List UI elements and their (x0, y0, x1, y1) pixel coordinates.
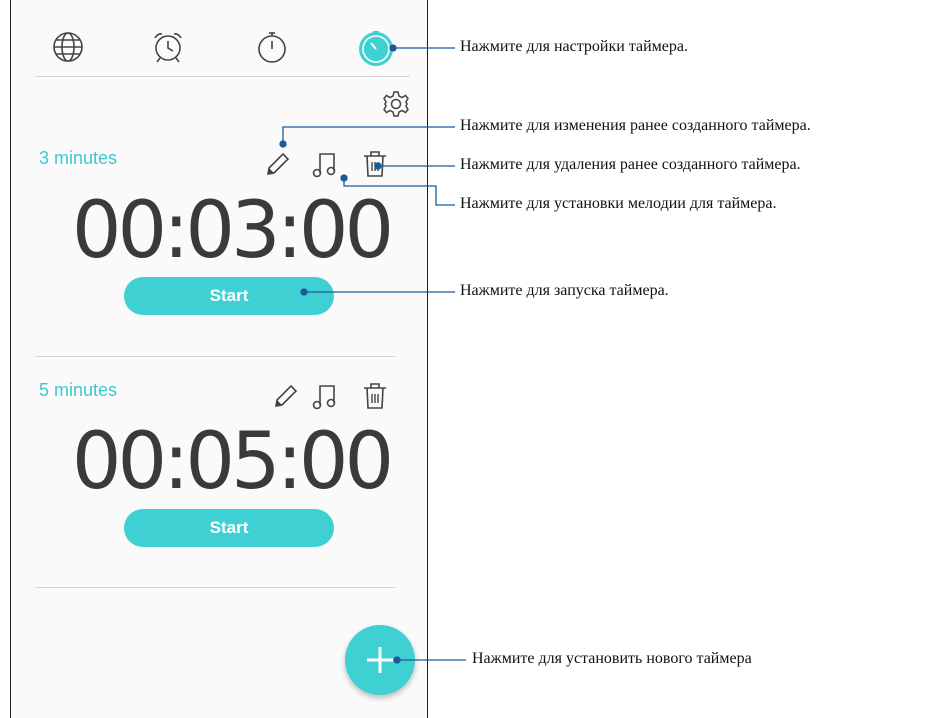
stopwatch-icon (258, 32, 286, 63)
timer-2-label: 5 minutes (39, 380, 118, 400)
callout-edit: Нажмите для изменения ранее созданного т… (460, 117, 811, 134)
timer-2-edit-button[interactable] (271, 380, 299, 412)
alarm-clock-icon (154, 33, 182, 63)
globe-icon (53, 32, 83, 62)
timer-1-time: 00:03:00 (71, 186, 394, 276)
tab-timer[interactable] (356, 28, 396, 68)
callout-delete: Нажмите для удаления ранее созданного та… (460, 156, 801, 173)
timer-1-ringtone-button[interactable] (311, 148, 339, 180)
timer-icon (359, 31, 393, 66)
trash-icon (364, 383, 386, 409)
timer-1-edit-button[interactable] (263, 148, 291, 180)
callout-add: Нажмите для установить нового таймера (472, 650, 752, 667)
timer-divider (35, 356, 396, 357)
timer-2-delete-button[interactable] (361, 380, 389, 412)
timer-1-start-button[interactable]: Start (124, 277, 334, 315)
timer-1-delete-button[interactable] (361, 148, 389, 180)
timer-1-label: 3 minutes (39, 148, 118, 168)
callout-ringtone: Нажмите для установки мелодии для таймер… (460, 195, 777, 212)
settings-button[interactable] (381, 89, 411, 119)
pencil-icon (267, 152, 290, 175)
gear-icon (383, 91, 409, 117)
plus-icon (367, 647, 393, 673)
callout-start: Нажмите для запуска таймера. (460, 282, 669, 299)
timer-2-time: 00:05:00 (71, 417, 394, 507)
trash-icon (364, 151, 386, 177)
pencil-icon (275, 384, 298, 407)
music-note-icon (312, 385, 336, 410)
callout-settings: Нажмите для настройки таймера. (460, 38, 689, 55)
music-note-icon (312, 153, 336, 178)
phone-screen: 3 minutes 00:03:00 Start 5 minutes 00:05… (10, 0, 428, 718)
timer-divider (35, 587, 396, 588)
timer-2-ringtone-button[interactable] (311, 380, 339, 412)
tab-alarm[interactable] (151, 30, 185, 64)
tab-stopwatch[interactable] (255, 30, 289, 64)
tab-divider (35, 76, 410, 77)
timer-2-start-button[interactable]: Start (124, 509, 334, 547)
tab-world-clock[interactable] (51, 30, 85, 64)
add-timer-button[interactable] (345, 625, 415, 695)
